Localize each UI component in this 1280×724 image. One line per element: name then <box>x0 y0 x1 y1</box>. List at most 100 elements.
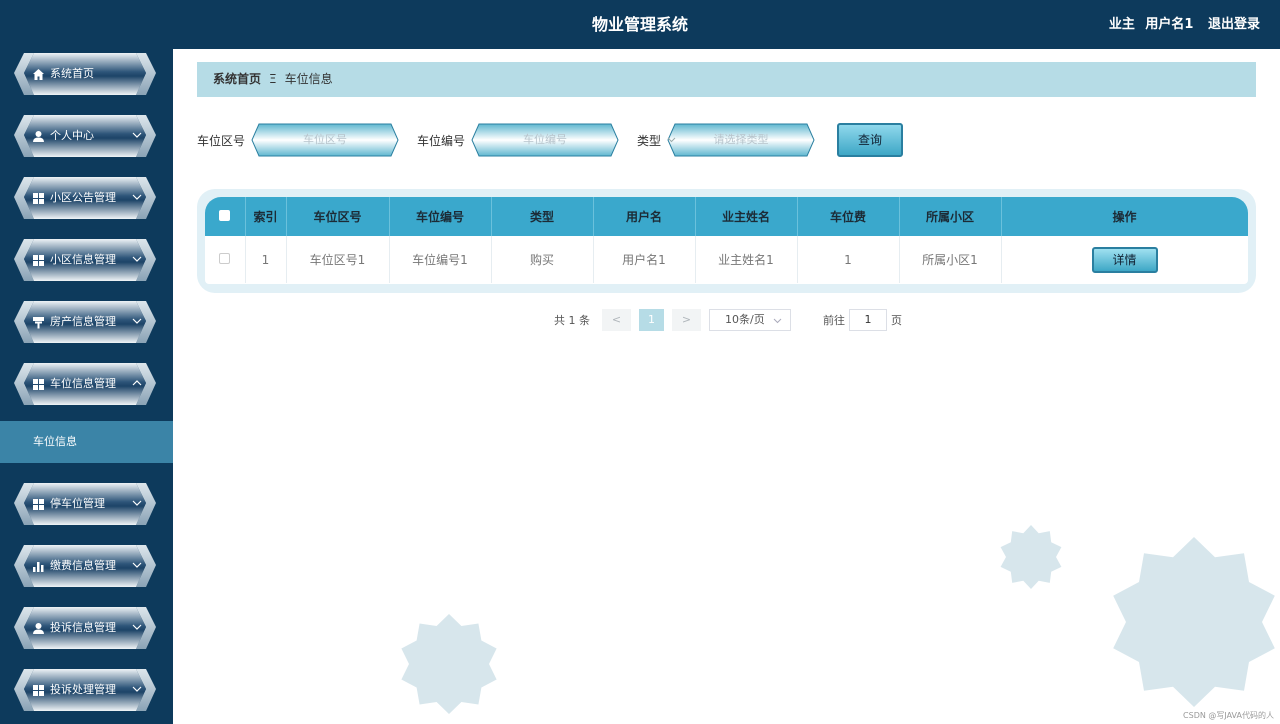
chevron-down-icon <box>132 194 142 200</box>
cell-number: 车位编号1 <box>389 236 492 283</box>
header-type: 类型 <box>491 197 594 236</box>
table-container: 索引 车位区号 车位编号 类型 用户名 业主姓名 车位费 所属小区 操作 1 车… <box>197 189 1256 293</box>
cell-community: 所属小区1 <box>899 236 1002 283</box>
header-owner: 业主姓名 <box>695 197 798 236</box>
sidebar-item-9[interactable]: 投诉信息管理 <box>14 605 156 651</box>
sidebar-item-content: 个人中心 <box>32 113 94 159</box>
signpost-icon <box>32 316 50 329</box>
number-label: 车位编号 <box>417 133 466 148</box>
sidebar: 系统首页个人中心小区公告管理小区信息管理房产信息管理车位信息管理车位信息停车位管… <box>0 49 173 724</box>
page-size-value: 10条/页 <box>725 313 765 326</box>
chevron-down-icon <box>667 137 676 143</box>
cell-username: 用户名1 <box>593 236 696 283</box>
table-row: 1 车位区号1 车位编号1 购买 用户名1 业主姓名1 1 所属小区1 详情 <box>205 236 1248 283</box>
grid-icon <box>32 378 50 391</box>
detail-button[interactable]: 详情 <box>1091 246 1158 273</box>
sidebar-item-10[interactable]: 投诉处理管理 <box>14 667 156 713</box>
current-page-button[interactable]: 1 <box>639 309 664 331</box>
chevron-down-icon <box>132 624 142 630</box>
sidebar-item-3[interactable]: 小区公告管理 <box>14 175 156 221</box>
header-fee: 车位费 <box>797 197 900 236</box>
sidebar-item-content: 小区信息管理 <box>32 237 116 283</box>
sidebar-item-content: 缴费信息管理 <box>32 543 116 589</box>
sidebar-item-8[interactable]: 缴费信息管理 <box>14 543 156 589</box>
type-label: 类型 <box>637 133 662 148</box>
sidebar-item-content: 投诉处理管理 <box>32 667 116 713</box>
chevron-down-icon <box>132 256 142 262</box>
goto-suffix: 页 <box>891 314 902 327</box>
grid-icon <box>32 684 50 697</box>
watermark: CSDN @写JAVA代码的人 <box>1183 711 1274 720</box>
pagination: 共 1 条 < 1 > 10条/页 前往 1 页 <box>554 308 902 332</box>
header-index: 索引 <box>245 197 287 236</box>
sidebar-item-wrapper: 小区信息管理 <box>0 235 173 297</box>
user-info: 业主 用户名1 退出登录 <box>1103 0 1260 49</box>
breadcrumb-separator: Ξ <box>269 72 277 86</box>
chevron-down-icon <box>132 318 142 324</box>
main-content: 系统首页 Ξ 车位信息 车位区号 车位区号 车位编号 车位编号 类型 请选择类型 查… <box>173 49 1280 724</box>
area-label: 车位区号 <box>197 133 246 148</box>
chevron-up-icon <box>132 380 142 386</box>
page-size-select[interactable]: 10条/页 <box>709 309 791 331</box>
type-placeholder: 请选择类型 <box>713 133 769 146</box>
data-table: 索引 车位区号 车位编号 类型 用户名 业主姓名 车位费 所属小区 操作 1 车… <box>205 197 1248 284</box>
sidebar-item-1[interactable]: 系统首页 <box>14 51 156 97</box>
goto-page-input[interactable]: 1 <box>849 309 887 331</box>
grid-icon <box>32 192 50 205</box>
cell-owner: 业主姓名1 <box>695 236 798 283</box>
total-prefix: 共 <box>554 314 565 327</box>
sidebar-item-label: 系统首页 <box>50 67 94 80</box>
type-select[interactable]: 请选择类型 <box>667 123 815 157</box>
home-icon <box>32 68 50 81</box>
sidebar-item-6[interactable]: 车位信息管理 <box>14 361 156 407</box>
sidebar-subitem-active[interactable]: 车位信息 <box>0 421 173 463</box>
select-all-cell[interactable] <box>205 197 246 236</box>
sidebar-item-label: 投诉处理管理 <box>50 683 116 696</box>
sidebar-item-2[interactable]: 个人中心 <box>14 113 156 159</box>
cell-index: 1 <box>245 236 287 283</box>
decorative-star <box>401 614 497 714</box>
sidebar-item-7[interactable]: 停车位管理 <box>14 481 156 527</box>
grid-icon <box>32 498 50 511</box>
chevron-down-icon <box>132 562 142 568</box>
search-bar: 车位区号 车位区号 车位编号 车位编号 类型 请选择类型 查询 <box>197 123 904 157</box>
breadcrumb-current: 车位信息 <box>284 72 333 86</box>
chevron-down-icon <box>132 132 142 138</box>
header-area: 车位区号 <box>286 197 390 236</box>
select-all-checkbox[interactable] <box>219 209 231 221</box>
row-select-cell[interactable] <box>205 236 246 283</box>
app-title: 物业管理系统 <box>591 15 688 34</box>
sidebar-item-label: 停车位管理 <box>50 497 105 510</box>
sidebar-item-wrapper: 停车位管理 <box>0 479 173 541</box>
sidebar-item-content: 车位信息管理 <box>32 361 116 407</box>
header-username: 用户名 <box>593 197 696 236</box>
logout-link[interactable]: 退出登录 <box>1208 17 1260 32</box>
sidebar-item-wrapper: 缴费信息管理 <box>0 541 173 603</box>
sidebar-item-label: 小区信息管理 <box>50 253 116 266</box>
user-icon <box>32 622 50 635</box>
header-number: 车位编号 <box>389 197 492 236</box>
sidebar-item-wrapper: 房产信息管理 <box>0 297 173 359</box>
sidebar-item-4[interactable]: 小区信息管理 <box>14 237 156 283</box>
total-suffix: 条 <box>579 314 590 327</box>
query-button[interactable]: 查询 <box>837 123 904 157</box>
sidebar-item-label: 投诉信息管理 <box>50 621 116 634</box>
sidebar-item-label: 缴费信息管理 <box>50 559 116 572</box>
sidebar-item-content: 系统首页 <box>32 51 94 97</box>
number-input[interactable]: 车位编号 <box>471 123 619 157</box>
sidebar-item-wrapper: 投诉信息管理 <box>0 603 173 665</box>
cell-type: 购买 <box>491 236 594 283</box>
user-role: 业主 <box>1108 17 1135 32</box>
decorative-star <box>1113 537 1275 707</box>
prev-page-button[interactable]: < <box>602 309 631 331</box>
area-input[interactable]: 车位区号 <box>251 123 399 157</box>
breadcrumb-home[interactable]: 系统首页 <box>213 72 261 86</box>
sidebar-item-5[interactable]: 房产信息管理 <box>14 299 156 345</box>
breadcrumb: 系统首页 Ξ 车位信息 <box>197 62 1256 97</box>
next-page-button[interactable]: > <box>672 309 701 331</box>
sidebar-item-content: 投诉信息管理 <box>32 605 116 651</box>
row-checkbox[interactable] <box>219 252 231 264</box>
chevron-down-icon <box>132 686 142 692</box>
user-name: 用户名1 <box>1145 17 1194 32</box>
sidebar-item-wrapper: 小区公告管理 <box>0 173 173 235</box>
